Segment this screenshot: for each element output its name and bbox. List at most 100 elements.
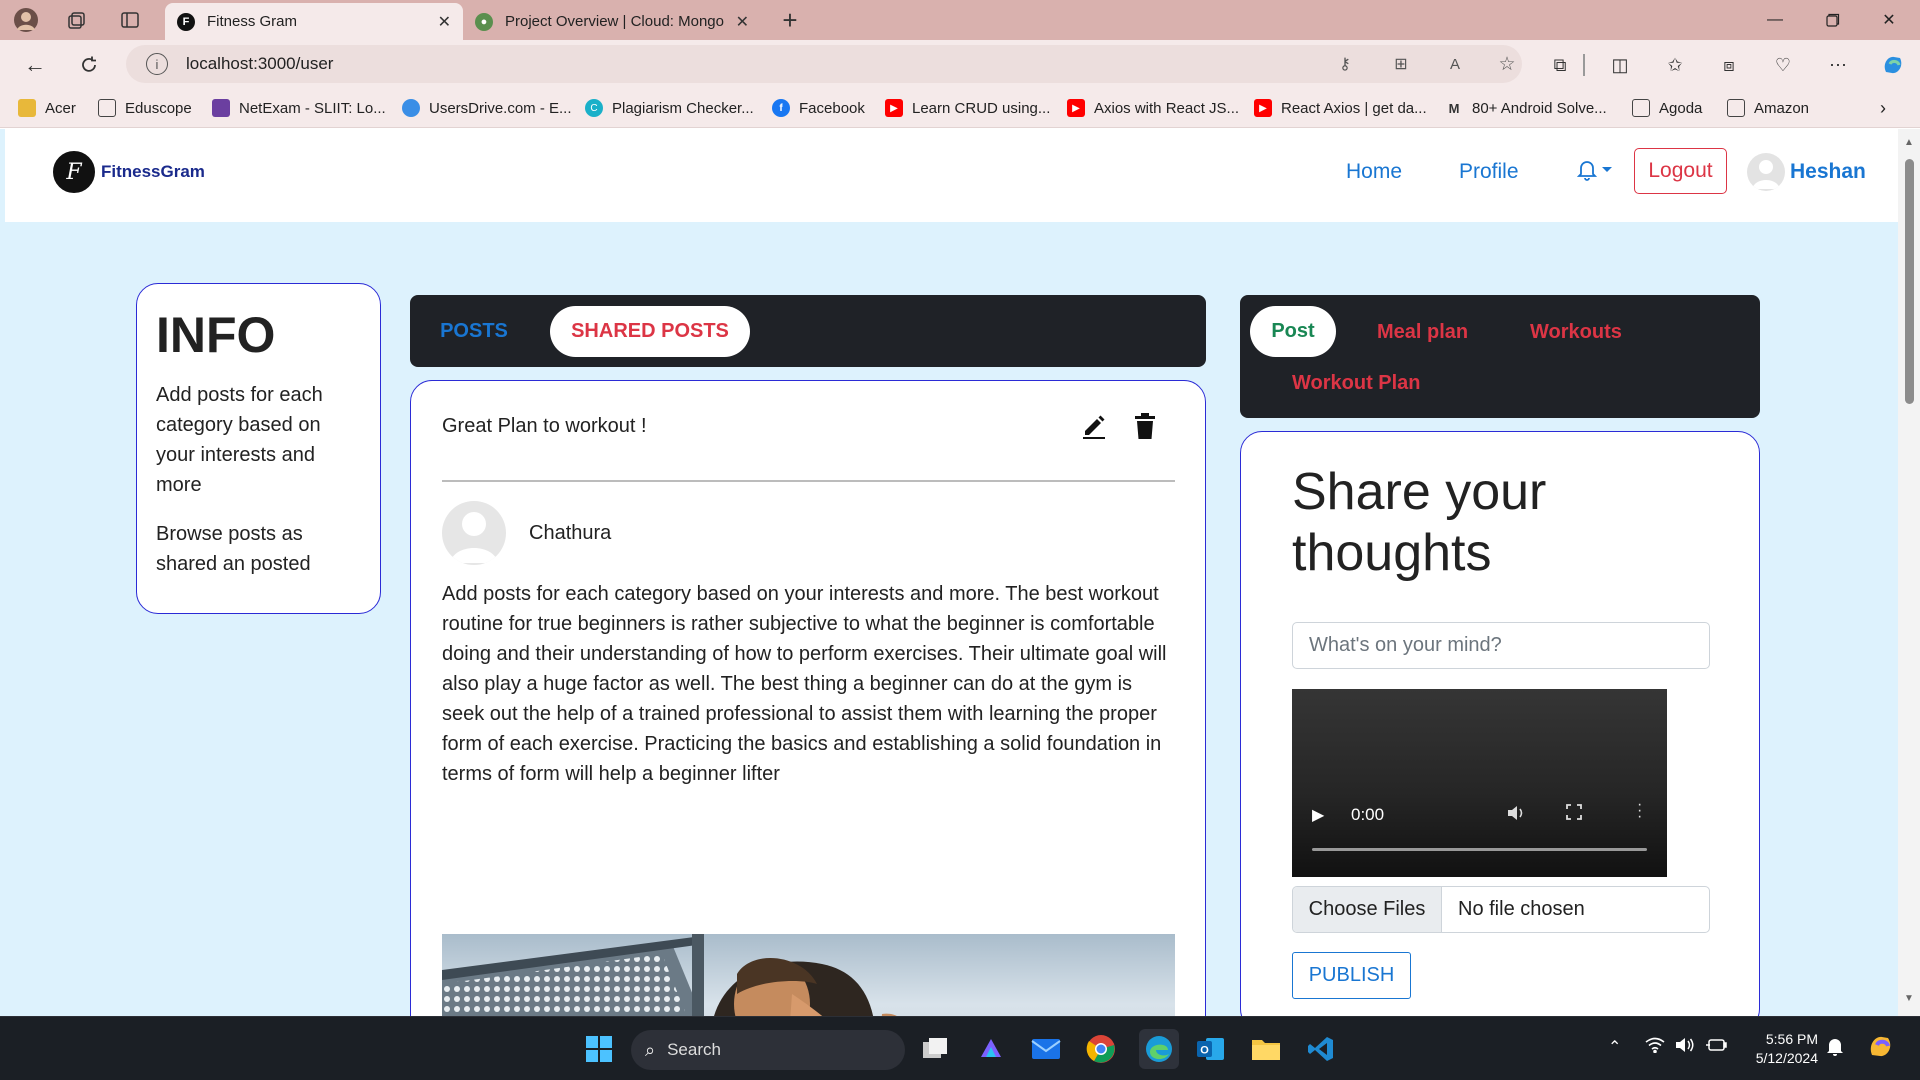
toolbar-divider [1583, 54, 1585, 76]
notification-bell-icon[interactable] [1826, 1037, 1844, 1062]
youtube-icon: ▶ [885, 99, 903, 117]
page-scrollbar[interactable]: ▲ ▼ [1898, 129, 1920, 1016]
split-screen-icon[interactable]: ◫ [1607, 52, 1633, 78]
choose-files-button[interactable]: Choose Files [1293, 887, 1442, 932]
youtube-icon: ▶ [1254, 99, 1272, 117]
edge-icon[interactable] [1139, 1029, 1179, 1069]
url-field[interactable]: i localhost:3000/user ⚷ ⊞ A ☆ [126, 45, 1522, 83]
close-tab-icon[interactable]: ✕ [736, 12, 749, 32]
post-text-input[interactable] [1292, 622, 1710, 669]
volume-icon[interactable] [1506, 804, 1526, 827]
tab-workouts[interactable]: Workouts [1530, 321, 1622, 344]
publish-button[interactable]: PUBLISH [1292, 952, 1411, 999]
bookmark-label: NetExam - SLIIT: Lo... [239, 99, 386, 117]
bookmark-android-solve[interactable]: M 80+ Android Solve... [1445, 96, 1607, 120]
info-heading: INFO [156, 307, 276, 363]
tab-fitness-gram[interactable]: F Fitness Gram ✕ [165, 3, 463, 40]
speaker-icon[interactable] [1675, 1037, 1695, 1058]
favorites-icon[interactable]: ✩ [1662, 52, 1688, 78]
avatar [1747, 153, 1785, 191]
site-info-icon[interactable]: i [146, 53, 168, 75]
bookmark-netexam[interactable]: NetExam - SLIIT: Lo... [212, 96, 386, 120]
search-label: Search [667, 1040, 721, 1059]
fullscreen-icon[interactable] [1566, 804, 1582, 825]
taskbar-search[interactable]: ⌕ Search [631, 1030, 905, 1070]
refresh-icon[interactable] [72, 48, 106, 82]
outlook-icon[interactable]: O [1194, 1032, 1228, 1066]
tab-project-overview[interactable]: ● Project Overview | Cloud: Mongo ✕ [463, 3, 761, 40]
copilot-icon[interactable] [1880, 52, 1906, 78]
bookmark-agoda[interactable]: Agoda [1632, 96, 1702, 120]
read-aloud-icon[interactable]: A [1444, 53, 1466, 75]
play-icon[interactable]: ▶ [1312, 805, 1324, 825]
tab-actions-icon[interactable] [116, 6, 144, 34]
copilot-tray-icon[interactable] [1866, 1031, 1898, 1068]
collections-icon[interactable]: ⧈ [1716, 52, 1742, 78]
tab-shared-posts[interactable]: SHARED POSTS [550, 306, 750, 357]
file-input[interactable]: Choose Files No file chosen [1292, 886, 1710, 933]
copilot-taskbar-icon[interactable] [974, 1032, 1008, 1066]
user-profile[interactable]: Heshan [1747, 153, 1866, 191]
scrollbar-thumb[interactable] [1905, 159, 1914, 404]
chrome-icon[interactable] [1084, 1032, 1118, 1066]
restore-icon[interactable] [1810, 0, 1856, 40]
video-progress-bar[interactable] [1312, 848, 1647, 851]
tray-overflow-chevron-icon[interactable]: ⌃ [1608, 1037, 1621, 1057]
workspaces-icon[interactable] [63, 6, 91, 34]
mail-icon[interactable] [1029, 1032, 1063, 1066]
new-tab-icon[interactable]: + [776, 5, 804, 35]
wifi-icon[interactable] [1645, 1037, 1665, 1058]
edit-pencil-icon[interactable] [1081, 413, 1107, 439]
bookmark-eduscope[interactable]: Eduscope [98, 96, 192, 120]
windows-start-icon[interactable] [582, 1032, 616, 1066]
search-icon: ⌕ [645, 1039, 656, 1060]
post-title: Great Plan to workout ! [442, 415, 647, 437]
address-bar-row: ← i localhost:3000/user ⚷ ⊞ A ☆ ⧉ ◫ ✩ ⧈ … [0, 40, 1920, 88]
password-key-icon[interactable]: ⚷ [1334, 53, 1356, 75]
fitnessgram-logo-icon: F [53, 151, 95, 193]
post-author: Chathura [529, 522, 612, 544]
scroll-up-icon[interactable]: ▲ [1902, 137, 1916, 151]
tab-post[interactable]: Post [1250, 306, 1336, 357]
extensions-icon[interactable]: ⧉ [1547, 52, 1573, 78]
share-heading: Share your thoughts [1292, 463, 1547, 582]
system-clock[interactable]: 5:56 PM 5/12/2024 [1740, 1030, 1818, 1068]
notifications-dropdown[interactable] [1577, 159, 1613, 181]
bookmark-facebook[interactable]: f Facebook [772, 96, 865, 120]
task-view-icon[interactable] [919, 1032, 953, 1066]
logout-button[interactable]: Logout [1634, 148, 1727, 194]
file-explorer-icon[interactable] [1249, 1032, 1283, 1066]
apps-grid-icon[interactable]: ⊞ [1390, 53, 1412, 75]
nav-link-profile[interactable]: Profile [1459, 160, 1519, 184]
more-options-icon[interactable]: · · · [1637, 797, 1642, 825]
video-player[interactable]: ▶ 0:00 · · · [1292, 689, 1667, 877]
bookmarks-overflow-chevron-icon[interactable]: › [1880, 96, 1886, 120]
scroll-down-icon[interactable]: ▼ [1902, 993, 1916, 1007]
vscode-icon[interactable] [1304, 1032, 1338, 1066]
battery-icon[interactable] [1705, 1037, 1727, 1058]
bookmark-amazon[interactable]: Amazon [1727, 96, 1809, 120]
user-name: Heshan [1790, 160, 1866, 183]
minimize-icon[interactable]: — [1752, 0, 1798, 40]
back-icon[interactable]: ← [18, 48, 52, 82]
browser-essentials-icon[interactable]: ♡ [1770, 52, 1796, 78]
tab-workout-plan[interactable]: Workout Plan [1292, 372, 1421, 395]
bookmark-acer[interactable]: Acer [18, 96, 76, 120]
bookmark-plagiarism[interactable]: C Plagiarism Checker... [585, 96, 754, 120]
bookmark-usersdrive[interactable]: UsersDrive.com - E... [402, 96, 572, 120]
profile-avatar-icon[interactable] [12, 6, 40, 34]
close-tab-icon[interactable]: ✕ [438, 12, 451, 32]
bookmark-react-axios[interactable]: ▶ React Axios | get da... [1254, 96, 1427, 120]
site-logo[interactable]: F FitnessGram [53, 151, 205, 193]
trash-icon[interactable] [1133, 413, 1157, 439]
nav-link-home[interactable]: Home [1346, 160, 1402, 184]
bookmark-axios-react[interactable]: ▶ Axios with React JS... [1067, 96, 1239, 120]
tab-posts[interactable]: POSTS [424, 306, 524, 357]
close-window-icon[interactable]: ✕ [1866, 0, 1912, 40]
more-menu-icon[interactable]: ⋯ [1825, 52, 1851, 78]
caret-down-icon [1602, 167, 1612, 172]
tab-meal-plan[interactable]: Meal plan [1377, 321, 1468, 344]
favorite-star-icon[interactable]: ☆ [1496, 53, 1518, 75]
brand-name: FitnessGram [101, 162, 205, 181]
bookmark-learn-crud[interactable]: ▶ Learn CRUD using... [885, 96, 1050, 120]
